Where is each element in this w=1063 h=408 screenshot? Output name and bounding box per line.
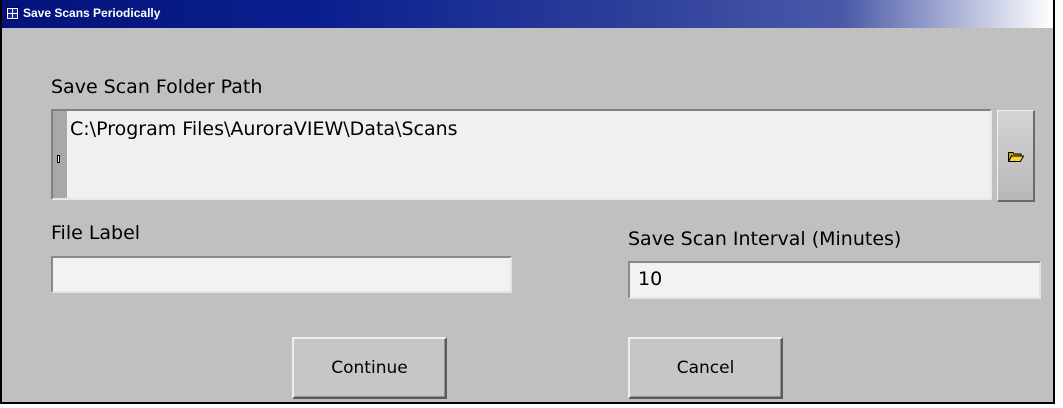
folder-open-icon [1008, 152, 1024, 162]
dialog-window: Save Scans Periodically Save Scan Folder… [0, 0, 1055, 404]
continue-button[interactable]: Continue [292, 337, 447, 399]
title-bar[interactable]: Save Scans Periodically [2, 0, 1053, 28]
window-title: Save Scans Periodically [23, 6, 161, 20]
interval-input[interactable]: 10 [628, 261, 1041, 299]
file-label-input[interactable] [51, 256, 512, 293]
path-indicator-icon [57, 155, 60, 163]
folder-path-control: C:\Program Files\AuroraVIEW\Data\Scans [51, 109, 992, 200]
folder-path-value: C:\Program Files\AuroraVIEW\Data\Scans [70, 118, 458, 140]
file-label-label: File Label [51, 222, 141, 244]
folder-path-input[interactable]: C:\Program Files\AuroraVIEW\Data\Scans [67, 111, 990, 198]
browse-folder-button[interactable] [997, 110, 1035, 202]
interval-label: Save Scan Interval (Minutes) [628, 228, 902, 250]
folder-path-label: Save Scan Folder Path [51, 76, 263, 98]
app-icon [6, 6, 19, 20]
cancel-button[interactable]: Cancel [628, 337, 783, 399]
